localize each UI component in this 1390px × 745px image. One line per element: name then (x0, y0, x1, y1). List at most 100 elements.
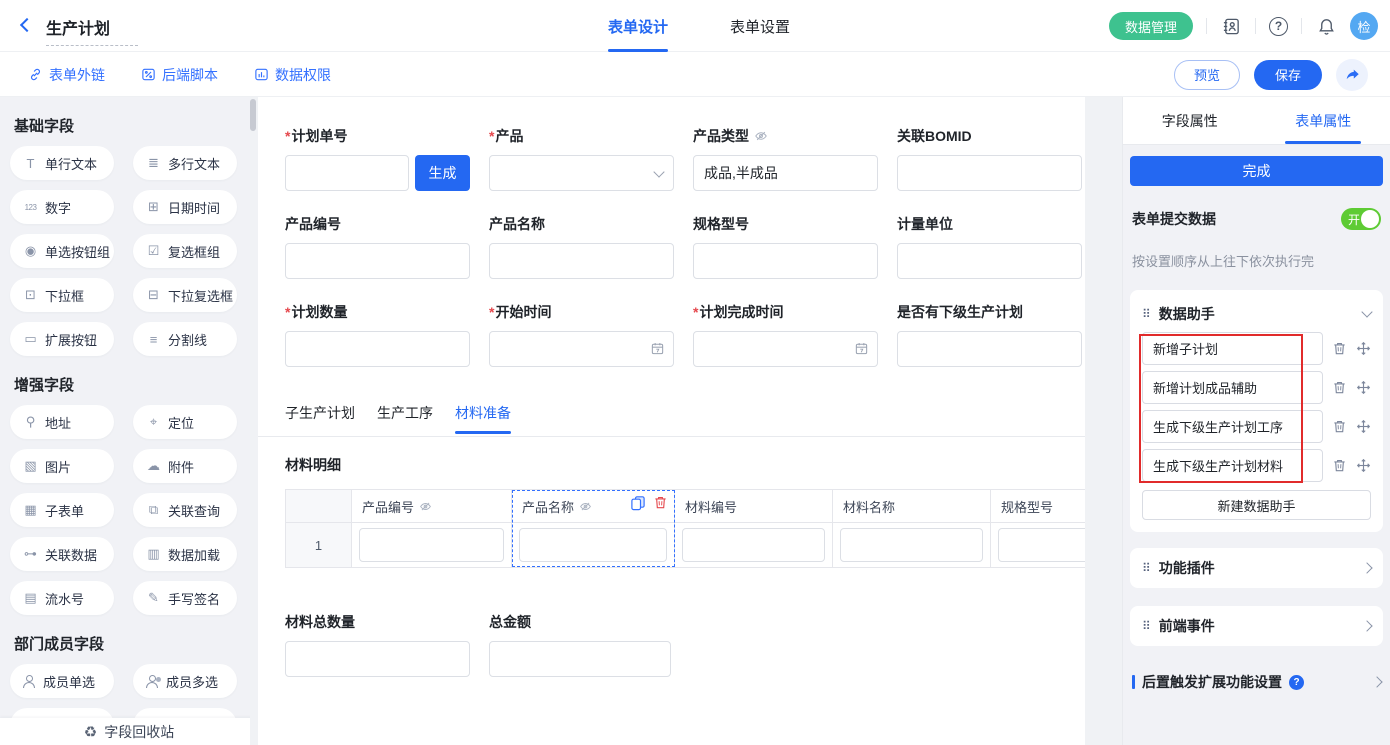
spec-input[interactable] (693, 243, 878, 279)
cell-material-code-input[interactable] (682, 528, 825, 562)
page-title[interactable]: 生产计划 (46, 15, 138, 46)
field-pill-extend-button[interactable]: ▭扩展按钮 (10, 322, 114, 356)
tab-field-properties[interactable]: 字段属性 (1123, 97, 1257, 144)
material-total-qty-input[interactable] (285, 641, 470, 677)
sidebar-scrollbar[interactable] (250, 99, 256, 131)
user-avatar[interactable]: 检 (1350, 12, 1378, 40)
back-icon[interactable] (20, 18, 34, 32)
move-icon[interactable] (1356, 341, 1371, 356)
move-icon[interactable] (1356, 419, 1371, 434)
field-pill-multi-line-text[interactable]: ≣多行文本 (133, 146, 237, 180)
delete-icon[interactable] (1332, 341, 1347, 356)
save-button[interactable]: 保存 (1254, 60, 1322, 90)
submit-toggle[interactable]: 开 (1341, 208, 1381, 230)
cell-spec-input[interactable] (998, 528, 1085, 562)
field-pill-number[interactable]: 123数字 (10, 190, 114, 224)
post-trigger-settings-link[interactable]: 后置触发扩展功能设置 ? (1130, 672, 1383, 692)
drag-handle-icon[interactable]: ⠿ (1142, 619, 1151, 633)
eye-slash-icon (419, 500, 432, 513)
notification-bell-icon[interactable] (1315, 15, 1337, 37)
delete-column-icon[interactable] (653, 495, 668, 511)
tab-sub-production-plan[interactable]: 子生产计划 (285, 403, 355, 434)
plan-no-input[interactable] (285, 155, 409, 191)
bom-id-input[interactable] (897, 155, 1082, 191)
chevron-right-icon[interactable] (1361, 620, 1372, 631)
product-name-input[interactable] (489, 243, 674, 279)
move-icon[interactable] (1356, 380, 1371, 395)
help-icon[interactable]: ? (1269, 17, 1288, 36)
share-button[interactable] (1336, 59, 1368, 91)
field-pill-linked-data[interactable]: ⊶关联数据 (10, 537, 114, 571)
tab-material-preparation[interactable]: 材料准备 (455, 403, 511, 434)
tab-production-process[interactable]: 生产工序 (377, 403, 433, 434)
generate-button[interactable]: 生成 (415, 155, 470, 191)
field-pill-member-single[interactable]: 成员单选 (10, 664, 114, 698)
column-product-code[interactable]: 产品编号 (352, 490, 512, 567)
function-plugins-card[interactable]: ⠿ 功能插件 (1130, 548, 1383, 588)
column-material-code[interactable]: 材料编号 (675, 490, 833, 567)
cell-product-code-input[interactable] (359, 528, 504, 562)
field-pill-subform[interactable]: ▦子表单 (10, 493, 114, 527)
assistant-item-generate-sub-plan-material[interactable]: 生成下级生产计划材料 (1142, 449, 1323, 482)
field-pill-signature[interactable]: ✎手写签名 (133, 581, 237, 615)
delete-icon[interactable] (1332, 458, 1347, 473)
field-pill-address[interactable]: ⚲地址 (10, 405, 114, 439)
field-pill-radio-group[interactable]: ◉单选按钮组 (10, 234, 114, 268)
field-pill-multi-dropdown[interactable]: ⊟下拉复选框 (133, 278, 237, 312)
field-pill-dropdown[interactable]: ⊡下拉框 (10, 278, 114, 312)
field-pill-serial-number[interactable]: ▤流水号 (10, 581, 114, 615)
cell-product-name-input[interactable] (519, 528, 667, 562)
unit-input[interactable] (897, 243, 1082, 279)
field-pill-member-multi[interactable]: 成员多选 (133, 664, 237, 698)
move-icon[interactable] (1356, 458, 1371, 473)
field-recycle-bin[interactable]: ♻ 字段回收站 (0, 718, 250, 745)
field-pill-data-load[interactable]: ▥数据加载 (133, 537, 237, 571)
pill-label: 手写签名 (168, 589, 220, 608)
new-data-assistant-button[interactable]: 新建数据助手 (1142, 490, 1371, 520)
field-pill-checkbox-group[interactable]: ☑复选框组 (133, 234, 237, 268)
field-pill-attachment[interactable]: ☁附件 (133, 449, 237, 483)
drag-handle-icon[interactable]: ⠿ (1142, 307, 1151, 321)
field-pill-datetime[interactable]: ⊞日期时间 (133, 190, 237, 224)
drag-handle-icon[interactable]: ⠿ (1142, 561, 1151, 575)
column-product-name-selected[interactable]: 产品名称 (512, 490, 675, 567)
help-icon[interactable]: ? (1289, 675, 1304, 690)
has-sub-plan-input[interactable] (897, 331, 1082, 367)
tab-form-design[interactable]: 表单设计 (608, 0, 668, 52)
form-external-link[interactable]: 表单外链 (28, 65, 105, 85)
delete-icon[interactable] (1332, 380, 1347, 395)
tab-form-properties[interactable]: 表单属性 (1257, 97, 1390, 144)
start-time-input[interactable] (489, 331, 674, 367)
assistant-item-add-sub-plan[interactable]: 新增子计划 (1142, 332, 1323, 365)
finish-time-input[interactable] (693, 331, 878, 367)
backend-script-link[interactable]: 后端脚本 (141, 65, 218, 85)
pill-label: 关联数据 (45, 545, 97, 564)
chevron-right-icon[interactable] (1361, 562, 1372, 573)
field-pill-linked-query[interactable]: ⧉关联查询 (133, 493, 237, 527)
column-material-name[interactable]: 材料名称 (833, 490, 991, 567)
total-amount-input[interactable] (489, 641, 671, 677)
chevron-right-icon[interactable] (1371, 676, 1382, 687)
preview-button[interactable]: 预览 (1174, 60, 1240, 90)
field-pill-single-line-text[interactable]: T单行文本 (10, 146, 114, 180)
done-button[interactable]: 完成 (1130, 156, 1383, 186)
cell-material-name-input[interactable] (840, 528, 983, 562)
field-pill-divider[interactable]: ≡分割线 (133, 322, 237, 356)
plan-qty-input[interactable] (285, 331, 470, 367)
product-code-input[interactable] (285, 243, 470, 279)
column-spec[interactable]: 规格型号 (991, 490, 1085, 567)
delete-icon[interactable] (1332, 419, 1347, 434)
field-pill-location[interactable]: ⌖定位 (133, 405, 237, 439)
frontend-events-card[interactable]: ⠿ 前端事件 (1130, 606, 1383, 646)
product-select[interactable] (489, 155, 674, 191)
copy-column-icon[interactable] (630, 495, 646, 511)
tab-form-settings[interactable]: 表单设置 (730, 0, 790, 52)
assistant-item-add-plan-product-aux[interactable]: 新增计划成品辅助 (1142, 371, 1323, 404)
data-permission-link[interactable]: 数据权限 (254, 65, 331, 85)
chevron-down-icon[interactable] (1361, 306, 1372, 317)
assistant-item-generate-sub-plan-process[interactable]: 生成下级生产计划工序 (1142, 410, 1323, 443)
product-type-input[interactable] (693, 155, 878, 191)
data-manage-button[interactable]: 数据管理 (1109, 12, 1193, 40)
field-pill-image[interactable]: ▧图片 (10, 449, 114, 483)
contacts-book-icon[interactable] (1220, 15, 1242, 37)
